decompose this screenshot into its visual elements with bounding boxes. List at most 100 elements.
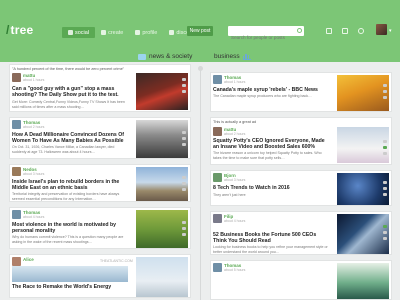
post-thumbnail[interactable] — [136, 167, 188, 201]
post-title[interactable]: Inside Israel's plan to rebuild borders … — [12, 179, 129, 191]
share-icon[interactable] — [383, 96, 387, 99]
like-icon[interactable] — [182, 221, 186, 224]
post-actions — [182, 78, 186, 93]
post-title[interactable]: Canada's maple syrup 'rebels' - BBC News — [213, 87, 330, 93]
avatar[interactable] — [12, 210, 21, 219]
brand-logo[interactable]: /tree — [6, 23, 33, 37]
search-input[interactable] — [228, 32, 294, 43]
messages-icon[interactable] — [358, 28, 364, 34]
column-title-news: news & society — [149, 53, 193, 60]
chevron-down-icon[interactable]: ▾ — [389, 28, 392, 34]
post-image[interactable] — [136, 257, 188, 297]
column-header-news[interactable]: news & society — [135, 53, 192, 60]
comment-icon[interactable] — [182, 84, 186, 87]
like-icon[interactable] — [182, 131, 186, 134]
post-thumbnail[interactable] — [136, 73, 188, 110]
avatar[interactable] — [213, 127, 222, 136]
column-header-business[interactable]: business — [214, 53, 251, 60]
post-thumbnail[interactable] — [337, 263, 389, 299]
share-icon[interactable] — [182, 233, 186, 236]
like-icon[interactable] — [383, 225, 387, 228]
post-card[interactable]: Bjorn about 3 hours 8 Tech Trends to Wat… — [210, 170, 392, 206]
post-description: The Canadian maple syrup producers who a… — [213, 94, 312, 98]
post-thumbnail[interactable] — [337, 173, 389, 205]
post-title[interactable]: 52 Business Books the Fortune 500 CEOs T… — [213, 232, 330, 244]
avatar[interactable] — [213, 214, 222, 223]
column-title-business: business — [214, 53, 240, 60]
share-icon[interactable] — [383, 237, 387, 240]
comment-icon[interactable] — [383, 187, 387, 190]
nav-profile[interactable]: profile — [129, 27, 163, 38]
post-thumbnail[interactable] — [136, 210, 188, 248]
post-title[interactable]: Can a "good guy with a gun" stop a mass … — [12, 86, 129, 98]
newspaper-icon — [138, 53, 146, 60]
share-icon[interactable] — [182, 90, 186, 93]
share-icon[interactable] — [182, 143, 186, 146]
post-thumbnail[interactable] — [337, 214, 389, 254]
comment-icon[interactable] — [182, 182, 186, 185]
new-post-button[interactable]: New post — [187, 26, 213, 36]
share-icon[interactable] — [383, 193, 387, 196]
like-icon[interactable] — [383, 181, 387, 184]
comment-icon[interactable] — [383, 146, 387, 149]
post-time: about 3 hours — [224, 178, 246, 182]
bar-chart-icon — [242, 53, 251, 60]
post-title[interactable]: Squatty Potty's CEO Ignored Everyone, Ma… — [213, 138, 330, 150]
main-nav: social create profile discovery — [62, 27, 206, 38]
avatar[interactable] — [213, 263, 222, 272]
post-title[interactable]: Most violence in the world is motivated … — [12, 222, 129, 234]
post-thumbnail[interactable] — [136, 120, 188, 158]
avatar[interactable] — [213, 173, 222, 182]
post-description: They aren't just here — [213, 193, 246, 197]
post-thumbnail[interactable] — [337, 75, 389, 111]
user-avatar[interactable] — [376, 24, 387, 35]
post-description: Get More: Comedy Central,Funny Videos,Fu… — [12, 100, 125, 109]
nav-social[interactable]: social — [62, 27, 96, 38]
post-card[interactable]: Thomas about 2 hours How A Dead Milliona… — [9, 117, 191, 159]
post-card[interactable]: Filip about 4 hours 52 Business Books th… — [210, 211, 392, 255]
comment-icon[interactable] — [182, 137, 186, 140]
post-actions — [383, 181, 387, 196]
notifications-icon[interactable] — [342, 28, 348, 34]
post-quote: This is actually a great ad — [213, 120, 257, 124]
post-actions — [383, 225, 387, 240]
avatar[interactable] — [12, 73, 21, 82]
avatar[interactable] — [12, 120, 21, 129]
avatar[interactable] — [213, 75, 222, 84]
post-author[interactable]: Alice — [23, 257, 34, 262]
comment-icon[interactable] — [383, 231, 387, 234]
post-card[interactable]: Thomas about 1 hours Canada's maple syru… — [210, 72, 392, 112]
timeline-dot — [198, 66, 203, 71]
like-icon[interactable] — [383, 84, 387, 87]
post-card[interactable]: Alice THEATLANTIC.COM The Race to Remake… — [9, 254, 191, 298]
post-quote: "A hundred percent of the time, there wo… — [12, 67, 125, 71]
pencil-icon — [101, 30, 107, 35]
post-actions — [383, 140, 387, 155]
post-description: Looking for business books to help you r… — [213, 245, 328, 254]
like-icon[interactable] — [383, 140, 387, 143]
post-card[interactable]: Thomas about 5 hours — [210, 260, 392, 300]
share-icon[interactable] — [182, 188, 186, 191]
post-thumbnail[interactable] — [337, 127, 389, 163]
nav-create[interactable]: create — [95, 27, 129, 38]
nav-profile-label: profile — [142, 29, 158, 36]
post-card[interactable]: This is actually a great ad mattu about … — [210, 117, 392, 165]
comment-icon[interactable] — [383, 90, 387, 93]
settings-icon[interactable] — [326, 28, 332, 34]
avatar[interactable] — [12, 257, 21, 266]
post-card[interactable]: "A hundred percent of the time, there wo… — [9, 64, 191, 112]
share-icon[interactable] — [383, 152, 387, 155]
post-card[interactable]: Thomas about 4 hours Most violence in th… — [9, 207, 191, 249]
post-title[interactable]: The Race to Remake the World's Energy — [12, 284, 129, 290]
like-icon[interactable] — [182, 78, 186, 81]
top-bar: /tree social create profile discovery Ne… — [0, 0, 400, 62]
comment-icon[interactable] — [182, 227, 186, 230]
post-card[interactable]: Nedos about 3 hours Inside Israel's plan… — [9, 164, 191, 202]
like-icon[interactable] — [182, 176, 186, 179]
avatar[interactable] — [12, 167, 21, 176]
post-title[interactable]: How A Dead Millionaire Convinced Dozens … — [12, 132, 129, 144]
post-thumbnail[interactable] — [12, 266, 128, 282]
search-icon[interactable] — [297, 28, 302, 33]
post-actions — [383, 84, 387, 99]
post-title[interactable]: 8 Tech Trends to Watch in 2016 — [213, 185, 330, 191]
